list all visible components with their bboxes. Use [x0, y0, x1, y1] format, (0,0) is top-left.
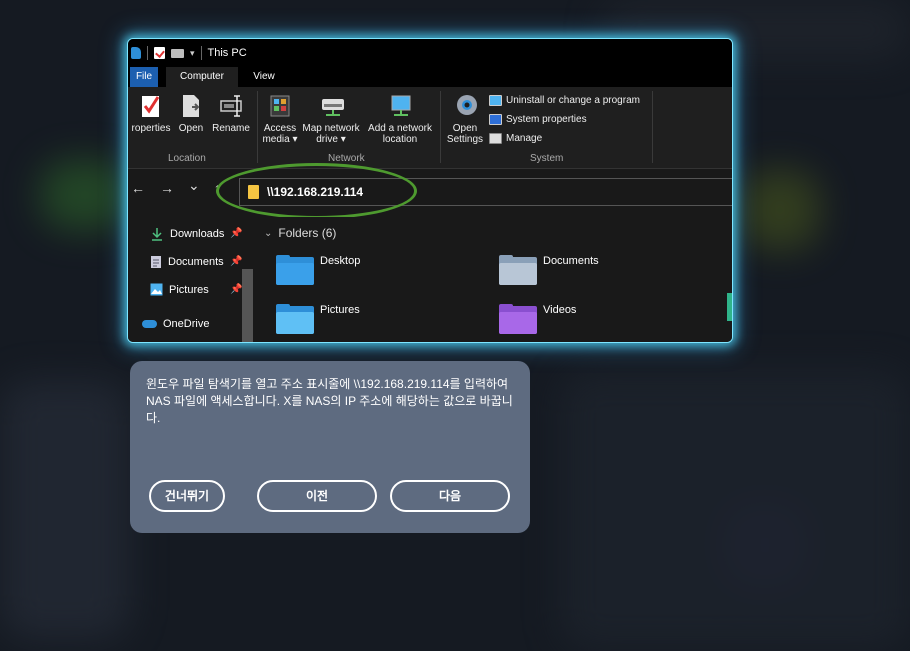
file-explorer-window: ▾ This PC File Computer View roperties O… — [127, 38, 733, 343]
folder-documents[interactable]: Documents — [499, 255, 599, 287]
open-button[interactable]: Open — [176, 93, 206, 134]
uninstall-icon — [489, 95, 502, 106]
uninstall-program-button[interactable]: Uninstall or change a program — [489, 95, 640, 106]
ribbon: roperties Open Rename Location Access me… — [128, 87, 732, 169]
rename-button[interactable]: Rename — [212, 93, 250, 134]
ribbon-tabs: File Computer View — [128, 67, 732, 87]
customize-quick-access-icon[interactable]: ▾ — [190, 48, 195, 59]
properties-button[interactable]: roperties — [130, 93, 172, 134]
tab-view[interactable]: View — [248, 67, 280, 87]
folders-section-header[interactable]: ⌄ Folders (6) — [264, 226, 336, 240]
manage-icon — [489, 133, 502, 144]
gear-icon — [454, 93, 477, 119]
pictures-folder-icon — [276, 304, 314, 336]
network-location-icon — [389, 93, 411, 119]
network-group-label: Network — [328, 153, 365, 164]
new-folder-quick-icon[interactable] — [171, 48, 184, 58]
sidebar-item-onedrive[interactable]: OneDrive — [142, 318, 209, 330]
system-group-label: System — [530, 153, 564, 164]
access-media-button[interactable]: Access media ▾ — [262, 93, 298, 145]
map-network-drive-button[interactable]: Map network drive ▾ — [300, 93, 362, 145]
pin-icon[interactable]: 📌 — [230, 228, 242, 239]
title-bar: ▾ This PC — [128, 39, 732, 67]
tab-computer[interactable]: Computer — [166, 67, 238, 87]
network-drive-icon — [320, 93, 344, 119]
access-media-icon — [269, 93, 291, 119]
system-properties-button[interactable]: System properties — [489, 114, 587, 125]
tab-file[interactable]: File — [130, 67, 158, 87]
onedrive-cloud-icon — [142, 320, 157, 328]
forward-arrow-icon[interactable]: → — [160, 180, 174, 196]
skip-button[interactable]: 건너뛰기 — [149, 480, 225, 512]
explorer-app-icon — [131, 47, 141, 59]
location-group-label: Location — [168, 153, 206, 164]
collapse-chevron-icon: ⌄ — [264, 227, 273, 239]
pictures-icon — [150, 283, 163, 296]
rename-icon — [220, 93, 242, 119]
instruction-text: 윈도우 파일 탐색기를 열고 주소 표시줄에 \\192.168.219.114… — [146, 377, 513, 425]
sidebar-item-downloads[interactable]: Downloads — [150, 227, 224, 241]
pin-icon[interactable]: 📌 — [230, 284, 242, 295]
previous-button[interactable]: 이전 — [257, 480, 377, 512]
window-title: This PC — [207, 47, 247, 59]
open-icon — [180, 93, 202, 119]
properties-icon — [140, 93, 162, 119]
sidebar-scrollbar[interactable] — [242, 269, 253, 342]
documents-folder-icon — [499, 255, 537, 287]
document-icon — [151, 256, 161, 268]
open-settings-button[interactable]: Open Settings — [445, 93, 485, 145]
add-network-location-button[interactable]: Add a network location — [365, 93, 435, 145]
content-pane: ⌄ Folders (6) Desktop Documents Pictures… — [256, 217, 732, 342]
folder-pictures[interactable]: Pictures — [276, 304, 360, 336]
folder-desktop[interactable]: Desktop — [276, 255, 360, 287]
system-properties-icon — [489, 114, 502, 125]
manage-button[interactable]: Manage — [489, 133, 542, 144]
sidebar-item-documents[interactable]: Documents — [150, 255, 224, 269]
navigation-pane: Downloads 📌 Documents 📌 Pictures 📌 OneDr… — [128, 217, 256, 342]
address-bar-row: ← → ⌄ ↑ \\192.168.219.114 — [128, 163, 732, 219]
properties-quick-icon[interactable] — [154, 47, 165, 59]
sidebar-item-pictures[interactable]: Pictures — [150, 283, 209, 296]
videos-folder-icon — [499, 304, 537, 336]
folder-videos[interactable]: Videos — [499, 304, 576, 336]
next-button[interactable]: 다음 — [390, 480, 510, 512]
download-icon — [152, 228, 162, 241]
back-arrow-icon[interactable]: ← — [131, 180, 145, 196]
coach-mark-dialog: 윈도우 파일 탐색기를 열고 주소 표시줄에 \\192.168.219.114… — [130, 361, 530, 533]
recent-locations-chevron-icon[interactable]: ⌄ — [188, 177, 200, 194]
partial-folder-icon — [727, 293, 732, 321]
highlight-ring — [216, 163, 417, 219]
desktop-folder-icon — [276, 255, 314, 287]
pin-icon[interactable]: 📌 — [230, 256, 242, 267]
